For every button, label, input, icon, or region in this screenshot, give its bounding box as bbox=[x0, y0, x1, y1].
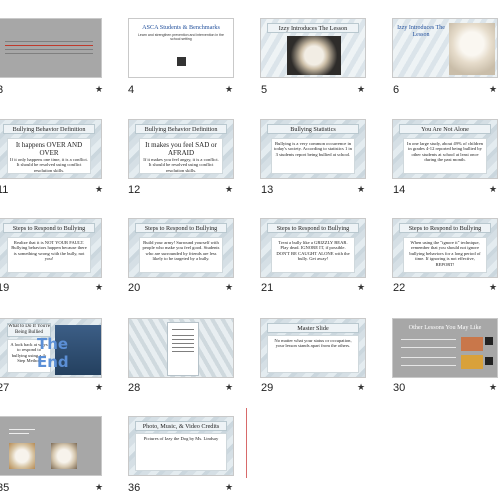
slide-thumbnail-3[interactable] bbox=[0, 18, 102, 78]
slide-title: Steps to Respond to Bullying bbox=[399, 223, 491, 233]
slide-number: 6 bbox=[393, 84, 400, 96]
qr-code-icon bbox=[485, 357, 493, 365]
slide-body: When using the "ignore it" technique, re… bbox=[403, 237, 487, 273]
star-icon: ★ bbox=[225, 282, 234, 292]
slide-number: 27 bbox=[0, 382, 10, 394]
slide-title: Other Lessons You May Like bbox=[408, 324, 482, 331]
slide-thumbnail-14[interactable]: You Are Not Alone In one large study, ab… bbox=[392, 119, 498, 179]
dog-photo bbox=[51, 443, 77, 469]
star-icon: ★ bbox=[95, 84, 104, 94]
slide-body: In one large study, about 49% of childre… bbox=[403, 138, 487, 174]
slide-body: Bullying is a very common occurrence in … bbox=[271, 138, 355, 174]
slide-body: If it makes you feel angry, it is a conf… bbox=[143, 157, 219, 173]
dog-photo bbox=[287, 36, 341, 75]
insertion-marker bbox=[246, 408, 247, 478]
end-overlay: The End bbox=[37, 335, 69, 371]
star-icon: ★ bbox=[225, 382, 234, 392]
slide-thumbnail-36[interactable]: Photo, Music, & Video Credits Pictures o… bbox=[128, 416, 234, 476]
slide-thumbnail-21[interactable]: Steps to Respond to Bullying Treat a bul… bbox=[260, 218, 366, 278]
slide-body-emphasis: It happens OVER AND OVER bbox=[15, 141, 83, 157]
slide-title: Steps to Respond to Bullying bbox=[3, 223, 95, 233]
slide-title: Bullying Behavior Definition bbox=[3, 124, 95, 134]
slide-title: Steps to Respond to Bullying bbox=[267, 223, 359, 233]
slide-thumbnail-4[interactable]: ASCA Students & Benchmarks Learn and str… bbox=[128, 18, 234, 78]
slide-number: 3 bbox=[0, 84, 4, 96]
slide-thumbnail-20[interactable]: Steps to Respond to Bullying Build your … bbox=[128, 218, 234, 278]
slide-number: 20 bbox=[128, 282, 141, 294]
slide-number: 14 bbox=[393, 184, 406, 196]
slide-body: If it only happens one time, it is a con… bbox=[10, 157, 88, 173]
slide-title: Bullying Statistics bbox=[267, 124, 359, 134]
slide-title: Photo, Music, & Video Credits bbox=[135, 421, 227, 431]
slide-number: 30 bbox=[393, 382, 406, 394]
lesson-thumbnail bbox=[461, 355, 483, 369]
slide-number: 21 bbox=[261, 282, 274, 294]
slide-number: 13 bbox=[261, 184, 274, 196]
star-icon: ★ bbox=[225, 482, 234, 492]
slide-body-emphasis: It makes you feel SAD or AFRAID bbox=[145, 141, 217, 157]
star-icon: ★ bbox=[225, 84, 234, 94]
slide-thumbnail-30[interactable]: Other Lessons You May Like bbox=[392, 318, 498, 378]
slide-thumbnail-19[interactable]: Steps to Respond to Bullying Realize tha… bbox=[0, 218, 102, 278]
lesson-thumbnail bbox=[461, 337, 483, 351]
slide-body: Pictures of Izzy the Dog by Ms. Lindsay bbox=[135, 433, 227, 471]
slide-thumbnail-13[interactable]: Bullying Statistics Bullying is a very c… bbox=[260, 119, 366, 179]
star-icon: ★ bbox=[489, 84, 498, 94]
dog-photo bbox=[449, 23, 495, 75]
star-icon: ★ bbox=[489, 282, 498, 292]
slide-number: 4 bbox=[128, 84, 135, 96]
star-icon: ★ bbox=[95, 382, 104, 392]
slide-thumbnail-22[interactable]: Steps to Respond to Bullying When using … bbox=[392, 218, 498, 278]
star-icon: ★ bbox=[357, 382, 366, 392]
slide-body: Realize that it is NOT YOUR FAULT. Bully… bbox=[7, 237, 91, 273]
document-page bbox=[167, 322, 199, 376]
star-icon: ★ bbox=[95, 482, 104, 492]
slide-thumbnail-12[interactable]: Bullying Behavior Definition It makes yo… bbox=[128, 119, 234, 179]
slide-number: 11 bbox=[0, 184, 9, 196]
slide-thumbnail-29[interactable]: Master Slide No matter what your status … bbox=[260, 318, 366, 378]
slide-number: 29 bbox=[261, 382, 274, 394]
slide-body: Build your army! Surround yourself with … bbox=[139, 237, 223, 273]
slide-number: 36 bbox=[128, 482, 141, 494]
slide-thumbnail-5[interactable]: Izzy Introduces The Lesson bbox=[260, 18, 366, 78]
star-icon: ★ bbox=[357, 282, 366, 292]
slide-thumbnail-11[interactable]: Bullying Behavior Definition It happens … bbox=[0, 119, 102, 179]
star-icon: ★ bbox=[95, 282, 104, 292]
slide-thumbnail-35[interactable] bbox=[0, 416, 102, 476]
qr-code-icon bbox=[485, 337, 493, 345]
slide-number: 28 bbox=[128, 382, 141, 394]
slide-title: Master Slide bbox=[267, 323, 359, 333]
slide-number: 19 bbox=[0, 282, 10, 294]
slide-body: No matter what your status or occupation… bbox=[267, 335, 359, 373]
slide-title: Steps to Respond to Bullying bbox=[135, 223, 227, 233]
slide-number: 5 bbox=[261, 84, 268, 96]
slide-thumbnail-6[interactable]: Izzy Introduces The Lesson bbox=[392, 18, 498, 78]
slide-number: 12 bbox=[128, 184, 141, 196]
star-icon: ★ bbox=[357, 84, 366, 94]
star-icon: ★ bbox=[489, 382, 498, 392]
star-icon: ★ bbox=[489, 184, 498, 194]
slide-title: You Are Not Alone bbox=[399, 124, 491, 134]
star-icon: ★ bbox=[225, 184, 234, 194]
qr-code-icon bbox=[177, 57, 186, 66]
slide-title: Izzy Introduces The Lesson bbox=[267, 23, 359, 33]
slide-number: 22 bbox=[393, 282, 406, 294]
star-icon: ★ bbox=[357, 184, 366, 194]
slide-thumbnail-28[interactable] bbox=[128, 318, 234, 378]
slide-body: Learn and strengthen prevention and inte… bbox=[137, 33, 224, 41]
star-icon: ★ bbox=[95, 184, 104, 194]
slide-title: ASCA Students & Benchmarks bbox=[135, 23, 227, 33]
dog-photo bbox=[9, 443, 35, 469]
slide-body: Treat a bully like a GRIZZLY BEAR. Play … bbox=[271, 237, 355, 273]
slide-title: Bullying Behavior Definition bbox=[135, 124, 227, 134]
slide-thumbnail-27[interactable]: What to Do If You're Being Bullied A loo… bbox=[0, 318, 102, 378]
slide-title: Izzy Introduces The Lesson bbox=[397, 25, 445, 38]
slide-number: 35 bbox=[0, 482, 10, 494]
